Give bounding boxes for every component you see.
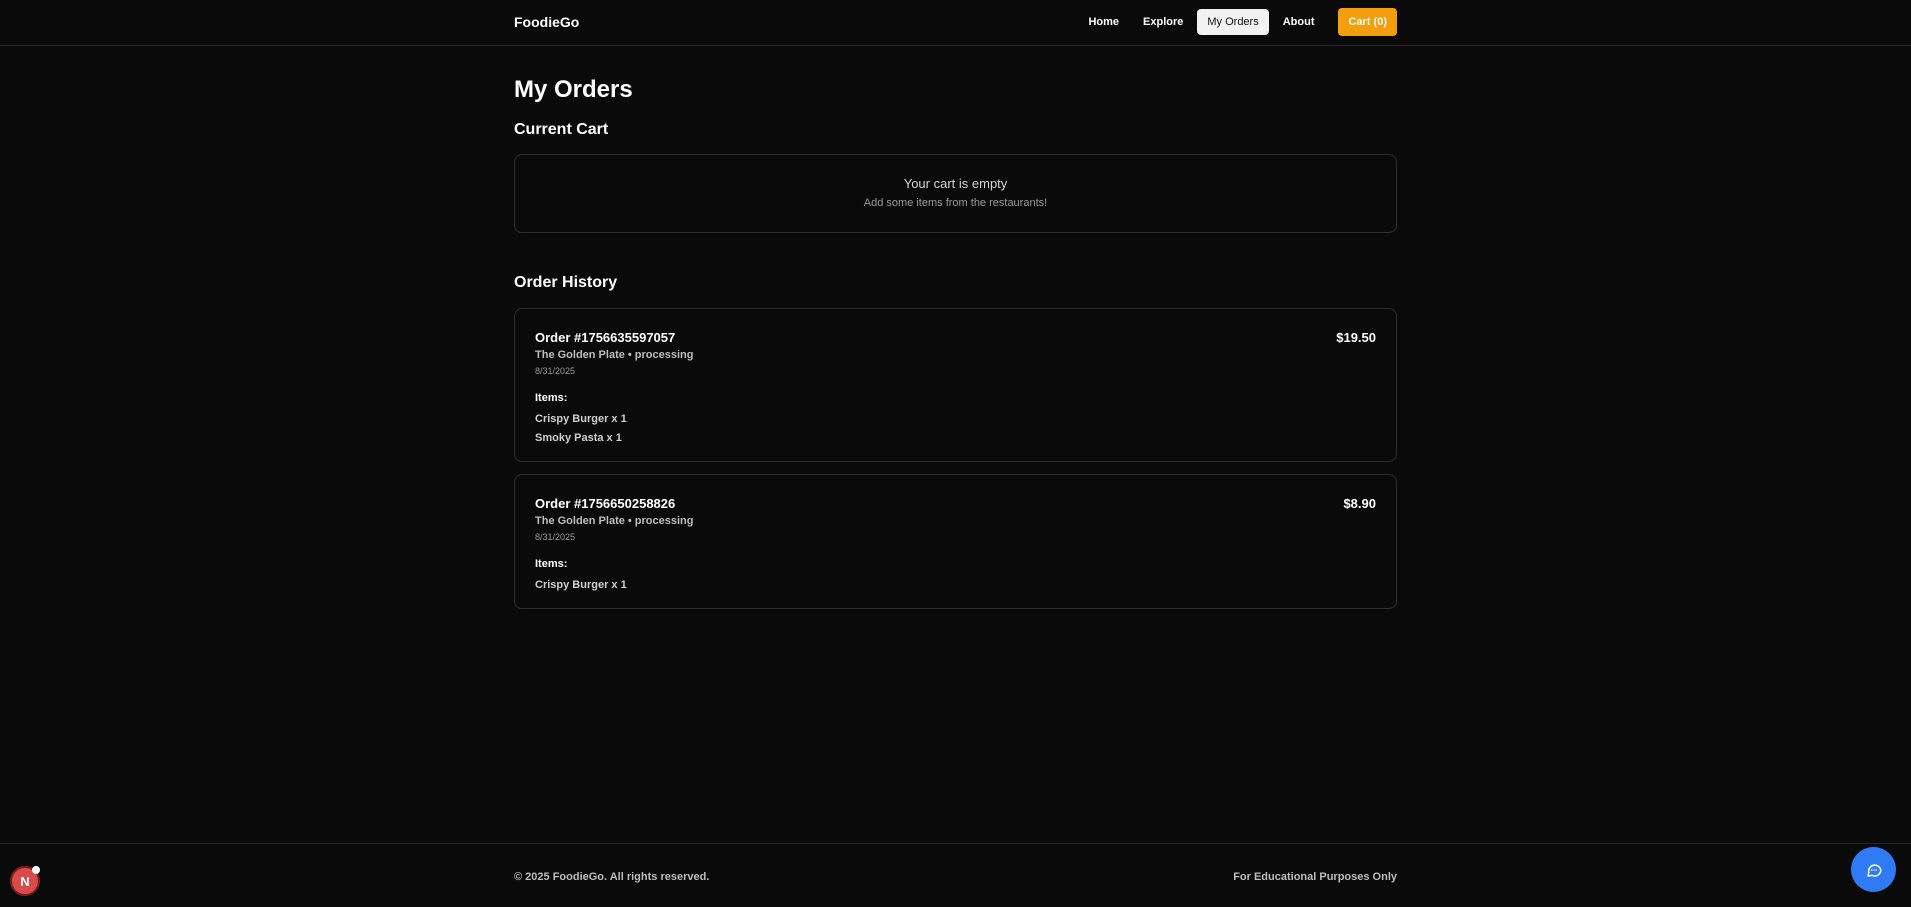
order-date: 8/31/2025 — [535, 532, 576, 542]
order-item: Smoky Pasta x 1 — [535, 432, 622, 444]
order-item: Crispy Burger x 1 — [535, 579, 627, 591]
nav-about[interactable]: About — [1273, 9, 1325, 35]
chat-bubble-icon — [1866, 863, 1881, 877]
order-card: Order #1756650258826 $8.90 The Golden Pl… — [514, 474, 1397, 609]
order-date: 8/31/2025 — [535, 366, 576, 376]
order-items-list: Crispy Burger x 1 — [535, 579, 1376, 591]
top-navbar: FoodieGo Home Explore My Orders About Ca… — [0, 0, 1911, 46]
nav-home[interactable]: Home — [1078, 9, 1129, 35]
footer: © 2025 FoodieGo. All rights reserved. Fo… — [0, 843, 1911, 907]
cart-panel: Your cart is empty Add some items from t… — [514, 154, 1397, 233]
cart-button[interactable]: Cart (0) — [1338, 8, 1397, 36]
order-history-heading: Order History — [514, 274, 618, 291]
order-items-list: Crispy Burger x 1 Smoky Pasta x 1 — [535, 413, 1376, 444]
order-items-label: Items: — [535, 558, 568, 570]
brand-logo[interactable]: FoodieGo — [514, 14, 579, 30]
footer-copyright: © 2025 FoodieGo. All rights reserved. — [514, 871, 710, 883]
order-restaurant-status: The Golden Plate • processing — [535, 515, 694, 527]
nextjs-icon: N — [20, 873, 30, 889]
nav-explore[interactable]: Explore — [1133, 9, 1193, 35]
main-nav: Home Explore My Orders About Cart (0) — [1074, 8, 1397, 36]
order-item: Crispy Burger x 1 — [535, 413, 627, 425]
cart-empty-title: Your cart is empty — [903, 176, 1008, 191]
order-card: Order #1756635597057 $19.50 The Golden P… — [514, 308, 1397, 462]
cart-empty-hint: Add some items from the restaurants! — [863, 197, 1048, 209]
order-total: $19.50 — [1336, 330, 1376, 345]
order-restaurant-status: The Golden Plate • processing — [535, 349, 694, 361]
nextjs-devtools-button[interactable]: N — [10, 866, 40, 896]
main-content: My Orders Current Cart Your cart is empt… — [514, 76, 1397, 609]
current-cart-heading: Current Cart — [514, 121, 609, 138]
notification-dot — [32, 866, 40, 874]
chat-button[interactable] — [1851, 847, 1896, 892]
order-items-label: Items: — [535, 392, 568, 404]
nav-my-orders[interactable]: My Orders — [1197, 9, 1269, 35]
order-id: Order #1756635597057 — [535, 330, 676, 345]
order-total: $8.90 — [1343, 496, 1376, 511]
footer-note: For Educational Purposes Only — [1233, 871, 1397, 883]
order-id: Order #1756650258826 — [535, 496, 676, 511]
page-title: My Orders — [514, 76, 633, 103]
